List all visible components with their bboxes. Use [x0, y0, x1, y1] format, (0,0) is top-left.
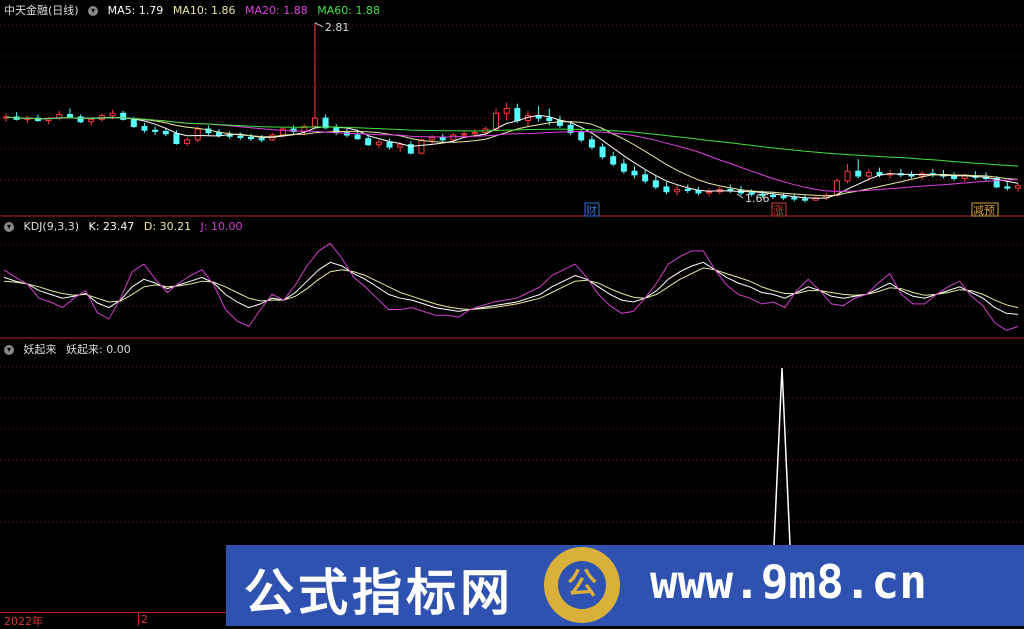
candle-body	[375, 141, 382, 146]
candle-body	[642, 174, 649, 182]
candle-body	[109, 112, 116, 117]
candle-body	[439, 136, 446, 141]
candle-body	[514, 107, 521, 122]
candle-body	[450, 134, 457, 141]
candle-body	[493, 112, 500, 130]
banner-logo-icon: 公	[544, 547, 620, 623]
event-tag-label: 减预	[973, 204, 995, 217]
main-legend: 中天金融(日线) ▾ MA5: 1.79 MA10: 1.86 MA20: 1.…	[4, 2, 386, 18]
candle-body	[951, 175, 958, 179]
candle-body	[418, 139, 425, 154]
ma20-label: MA20: 1.88	[245, 4, 308, 17]
candle-body	[652, 180, 659, 188]
candle-body	[429, 136, 436, 141]
candle-body	[77, 116, 84, 123]
banner-cn-text: 公式指标网	[244, 564, 514, 622]
candle-body	[801, 198, 808, 201]
candle-body	[88, 118, 95, 123]
kdj-j-label: J: 10.00	[200, 220, 243, 233]
candle-body	[1004, 186, 1011, 189]
candle-body	[237, 135, 244, 138]
date-year-label: 2022年	[4, 615, 43, 628]
candle-body	[258, 138, 265, 141]
candle-body	[855, 170, 862, 177]
kdj-d-label: D: 30.21	[143, 220, 192, 233]
candle-body	[471, 132, 478, 135]
kdj-title: KDJ(9,3,3)	[23, 220, 80, 233]
ma60-line	[5, 116, 1019, 167]
candle-body	[631, 170, 638, 176]
low-marker-label: 1.66	[745, 192, 770, 205]
candle-body	[386, 141, 393, 148]
yao-value-label: 妖起来: 0.00	[66, 343, 131, 356]
kdj-toggle-icon[interactable]: ▾	[4, 222, 14, 232]
candle-body	[620, 163, 627, 172]
banner-en-text: www.9m8.cn	[650, 555, 927, 609]
candle-body	[397, 144, 404, 148]
candle-body	[535, 115, 542, 119]
ma10-line	[5, 116, 1019, 197]
candle-body	[354, 134, 361, 140]
candle-body	[141, 126, 148, 131]
stock-title: 中天金融(日线)	[4, 4, 79, 17]
candle-body	[152, 129, 159, 132]
ma10-label: MA10: 1.86	[172, 4, 236, 17]
candle-body	[706, 191, 713, 194]
candle-body	[503, 107, 510, 114]
candle-body	[599, 146, 606, 158]
yao-title: 妖起来	[23, 343, 57, 356]
yao-spike-line	[773, 367, 791, 546]
candle-body	[311, 117, 318, 128]
low-marker-line	[736, 193, 744, 199]
candle-body	[1015, 185, 1021, 189]
date-axis: 2022年 2	[0, 612, 226, 628]
candle-body	[461, 133, 468, 136]
candle-body	[162, 130, 169, 135]
candle-body	[865, 171, 872, 177]
watermark-banner: 公式指标网 公 www.9m8.cn	[226, 545, 1024, 626]
candle-body	[588, 139, 595, 148]
date-month-label: 2	[138, 613, 148, 626]
candle-body	[610, 156, 617, 165]
candle-body	[365, 138, 372, 146]
candle-body	[908, 174, 915, 177]
kdj-legend: ▾ KDJ(9,3,3) K: 23.47 D: 30.21 J: 10.00	[4, 220, 249, 233]
yao-toggle-icon[interactable]: ▾	[4, 345, 14, 355]
candle-body	[844, 170, 851, 182]
ma60-label: MA60: 1.88	[317, 4, 380, 17]
candle-body	[684, 188, 691, 192]
high-marker-label: 2.81	[325, 21, 350, 34]
kdj-j-line	[3, 242, 1019, 331]
banner-logo-glyph: 公	[558, 561, 606, 609]
event-tag-label: 财	[586, 203, 597, 217]
candle-body	[216, 132, 223, 136]
candle-body	[194, 128, 201, 141]
ma5-label: MA5: 1.79	[107, 4, 164, 17]
kdj-k-label: K: 23.47	[88, 220, 135, 233]
stock-chart: 2.81 1.66 财 涨 减预	[0, 21, 1024, 546]
yao-legend: ▾ 妖起来 妖起来: 0.00	[4, 341, 137, 357]
event-tag-label: 涨	[773, 204, 784, 217]
legend-toggle-icon[interactable]: ▾	[88, 6, 99, 16]
candle-body	[546, 117, 553, 122]
ma5-line	[5, 114, 1019, 199]
candle-body	[130, 118, 137, 128]
candle-body	[727, 188, 734, 192]
candle-body	[663, 186, 670, 193]
candle-body	[184, 139, 191, 144]
candle-body	[66, 114, 73, 118]
candle-body	[780, 196, 787, 199]
candle-body	[173, 133, 180, 144]
candle-body	[578, 132, 585, 141]
candle-body	[791, 197, 798, 200]
candle-body	[674, 188, 681, 193]
candle-body	[248, 136, 255, 140]
candle-body	[769, 194, 776, 198]
